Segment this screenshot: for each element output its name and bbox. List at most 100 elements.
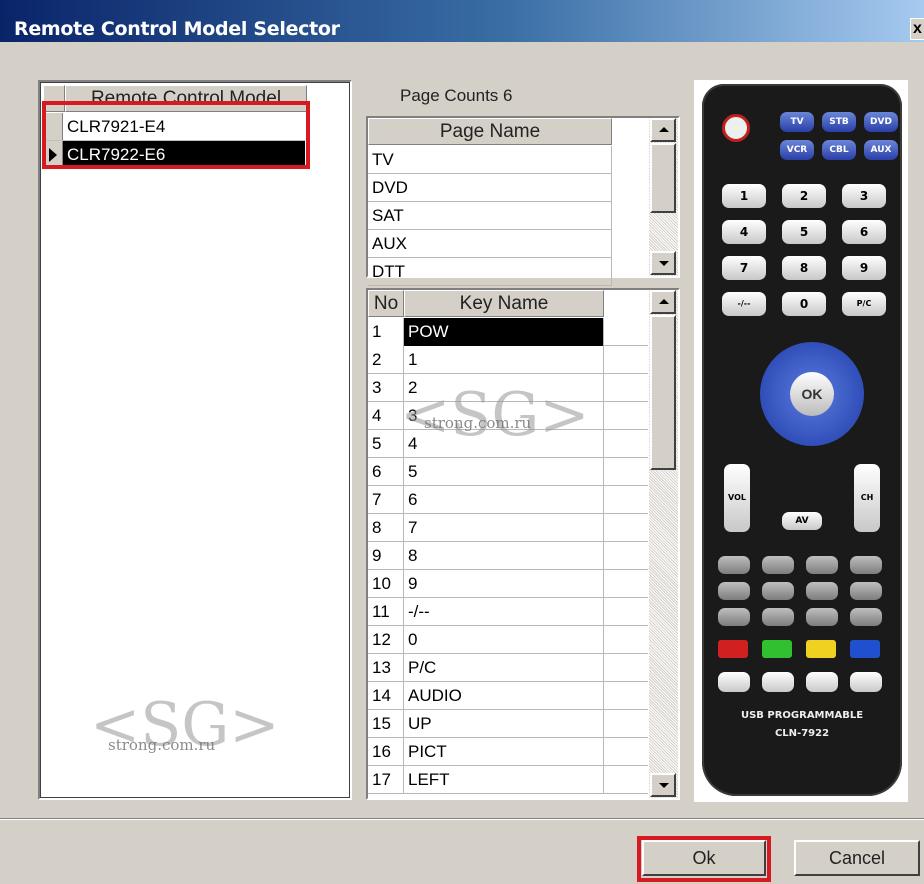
key-name-header[interactable]: Key Name	[404, 290, 604, 317]
remote-digit-key: 1	[722, 184, 766, 208]
key-name: 2	[404, 374, 604, 402]
key-no: 9	[368, 542, 404, 570]
key-row[interactable]: 98	[368, 542, 648, 570]
page-row[interactable]: AUX	[368, 230, 612, 258]
remote-digit-key: 0	[782, 292, 826, 316]
key-name: 9	[404, 570, 604, 598]
key-name-table[interactable]: No Key Name 1 POW 2 1 3 2 4 3 5 4 6 5 7 6 8 7 9 8 10 9 11 -/-…	[366, 288, 680, 800]
model-list[interactable]: Remote Control Model CLR7921-E4 CLR7922-E…	[38, 80, 352, 800]
key-no: 10	[368, 570, 404, 598]
key-no: 14	[368, 682, 404, 710]
key-row[interactable]: 54	[368, 430, 648, 458]
remote-function-key	[806, 608, 838, 626]
red-key	[718, 640, 748, 658]
key-scroll-thumb[interactable]	[650, 315, 676, 470]
key-name: 3	[404, 402, 604, 430]
remote-digit-key: 5	[782, 220, 826, 244]
key-row[interactable]: 21	[368, 346, 648, 374]
page-name: AUX	[368, 230, 612, 258]
page-row[interactable]: TV	[368, 146, 612, 174]
dpad: OK	[760, 342, 864, 446]
arrow-down-icon	[659, 261, 669, 266]
key-no: 17	[368, 766, 404, 794]
key-scroll-down-button[interactable]	[650, 773, 676, 797]
page-name: TV	[368, 146, 612, 174]
remote-function-key	[850, 582, 882, 600]
key-row[interactable]: 11 -/--	[368, 598, 648, 626]
key-row[interactable]: 1 POW	[368, 318, 648, 346]
remote-caption-2: CLN-7922	[774, 728, 830, 739]
remote-media-key	[850, 672, 882, 692]
remote-mode-key: CBL	[822, 140, 856, 160]
key-row[interactable]: 15 UP	[368, 710, 648, 738]
power-icon	[722, 114, 750, 142]
arrow-up-icon	[659, 127, 669, 132]
page-scroll-up-button[interactable]	[650, 118, 676, 142]
key-name: UP	[404, 710, 604, 738]
key-name: POW	[404, 318, 604, 346]
key-no: 2	[368, 346, 404, 374]
key-no-header[interactable]: No	[368, 290, 404, 317]
remote-media-key	[806, 672, 838, 692]
key-row[interactable]: 16 PICT	[368, 738, 648, 766]
title-bar: Remote Control Model Selector x	[0, 0, 924, 42]
page-row[interactable]: SAT	[368, 202, 612, 230]
page-name-table[interactable]: Page Name TV DVD SAT AUX DTT	[366, 116, 680, 286]
remote-caption-1: USB PROGRAMMABLE	[740, 710, 864, 721]
separator	[0, 818, 924, 820]
remote-function-key	[850, 556, 882, 574]
key-scroll-up-button[interactable]	[650, 290, 676, 314]
remote-function-key	[718, 608, 750, 626]
key-name: 7	[404, 514, 604, 542]
remote-function-key	[762, 608, 794, 626]
remote-control-image: OK VOL CH AV USB PROGRAMMABLE CLN-7922 T…	[694, 80, 908, 802]
remote-function-key	[806, 556, 838, 574]
key-no: 15	[368, 710, 404, 738]
remote-digit-key: 2	[782, 184, 826, 208]
key-name: 6	[404, 486, 604, 514]
key-name-scrollbar[interactable]	[648, 290, 678, 798]
arrow-up-icon	[659, 299, 669, 304]
model-highlight-box	[42, 101, 310, 169]
key-row[interactable]: 76	[368, 486, 648, 514]
remote-media-key	[762, 672, 794, 692]
key-row[interactable]: 10 9	[368, 570, 648, 598]
key-row[interactable]: 13 P/C	[368, 654, 648, 682]
remote-media-key	[718, 672, 750, 692]
key-no: 13	[368, 654, 404, 682]
page-scroll-thumb[interactable]	[650, 143, 676, 213]
key-row[interactable]: 87	[368, 514, 648, 542]
remote-function-key	[762, 582, 794, 600]
key-no: 12	[368, 626, 404, 654]
key-row[interactable]: 32	[368, 374, 648, 402]
ok-highlight-box	[637, 836, 771, 882]
remote-digit-key: 9	[842, 256, 886, 280]
key-name: PICT	[404, 738, 604, 766]
key-no: 3	[368, 374, 404, 402]
page-name-scrollbar[interactable]	[648, 118, 678, 276]
page-scroll-down-button[interactable]	[650, 251, 676, 275]
key-name: 8	[404, 542, 604, 570]
blue-key	[850, 640, 880, 658]
remote-mode-key: VCR	[780, 140, 814, 160]
window-title: Remote Control Model Selector	[14, 18, 340, 40]
ok-key: OK	[790, 372, 834, 416]
key-row[interactable]: 14 AUDIO	[368, 682, 648, 710]
close-button[interactable]: x	[910, 18, 924, 40]
remote-function-key	[806, 582, 838, 600]
page-row[interactable]: DVD	[368, 174, 612, 202]
remote-mode-key: DVD	[864, 112, 898, 132]
key-no: 5	[368, 430, 404, 458]
key-no: 11	[368, 598, 404, 626]
av-key: AV	[782, 512, 822, 530]
key-no: 8	[368, 514, 404, 542]
cancel-button[interactable]: Cancel	[794, 840, 920, 876]
page-row[interactable]: DTT	[368, 258, 612, 286]
key-no: 6	[368, 458, 404, 486]
key-row[interactable]: 17 LEFT	[368, 766, 648, 794]
key-row[interactable]: 65	[368, 458, 648, 486]
key-row[interactable]: 43	[368, 402, 648, 430]
key-row[interactable]: 12 0	[368, 626, 648, 654]
page-name-header[interactable]: Page Name	[368, 118, 612, 145]
key-name: 1	[404, 346, 604, 374]
